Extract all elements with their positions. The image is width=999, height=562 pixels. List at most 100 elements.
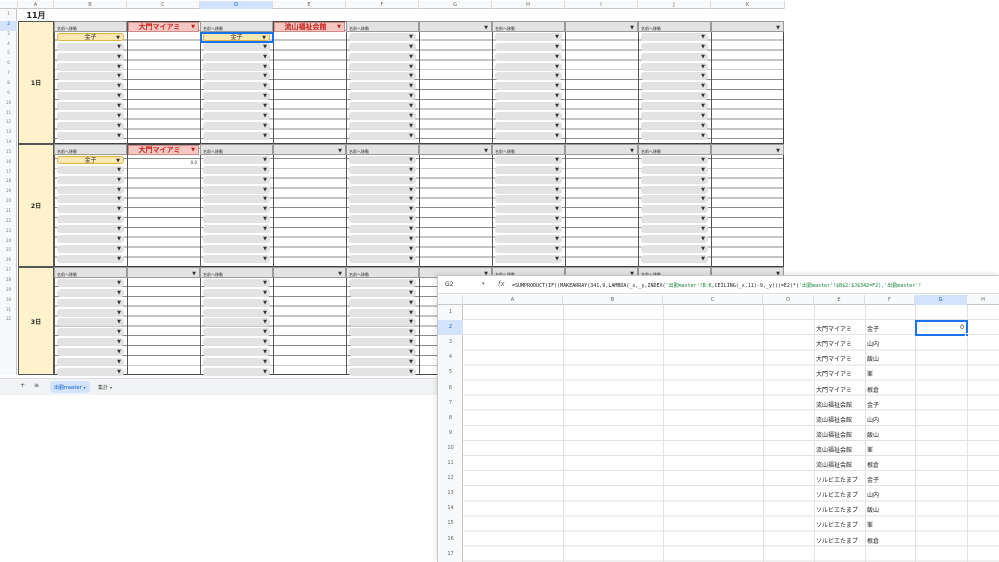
name-dropdown[interactable]: ▼ (349, 52, 416, 61)
row-number[interactable]: 1 (0, 11, 17, 21)
name-dropdown[interactable]: ▼ (57, 328, 124, 337)
row-number[interactable]: 30 (0, 297, 17, 307)
name-dropdown[interactable]: ▼ (495, 215, 562, 224)
selected-cell-d2[interactable] (200, 32, 274, 43)
venue-cell[interactable]: 大門マイアミ (816, 339, 864, 348)
row-number[interactable]: 22 (0, 218, 17, 228)
corner-cell[interactable] (438, 295, 463, 305)
row-number[interactable]: 13 (0, 129, 17, 139)
name-cell[interactable]: 峯 (867, 369, 913, 378)
name-dropdown[interactable]: ▼ (641, 111, 708, 120)
name-dropdown[interactable]: ▼ (349, 328, 416, 337)
name-dropdown[interactable]: ▼ (495, 111, 562, 120)
name-dropdown[interactable]: 金子 ▼ (57, 33, 124, 41)
name-dropdown[interactable]: ▼ (349, 131, 416, 140)
row-number[interactable]: 15 (0, 149, 17, 159)
name-dropdown[interactable]: ▼ (349, 224, 416, 233)
name-dropdown[interactable]: ▼ (203, 254, 270, 263)
name-dropdown[interactable]: ▼ (57, 254, 124, 263)
venue-cell[interactable]: 流山福祉会館 (816, 415, 864, 424)
name-dropdown[interactable]: ▼ (57, 279, 124, 287)
row-number[interactable]: 29 (0, 287, 17, 297)
name-dropdown[interactable]: ▼ (641, 224, 708, 233)
venue-cell[interactable]: 流山福祉会館 (816, 445, 864, 454)
column-header-b[interactable]: B (563, 295, 663, 305)
selected-cell-g2[interactable]: 0 (915, 320, 969, 337)
name-dropdown[interactable]: ▼ (349, 62, 416, 71)
row-number[interactable]: 21 (0, 208, 17, 218)
row-number[interactable]: 31 (0, 307, 17, 317)
name-dropdown[interactable]: ▼ (641, 62, 708, 71)
column-header-h[interactable]: H (967, 295, 999, 305)
name-dropdown[interactable]: ▼ (57, 101, 124, 110)
name-dropdown[interactable]: ▼ (349, 357, 416, 366)
venue-dropdown[interactable]: 流山福祉会館 ▼ (274, 22, 345, 32)
name-dropdown[interactable]: ▼ (495, 92, 562, 101)
name-dropdown[interactable]: ▼ (203, 175, 270, 184)
column-header-g[interactable]: G (419, 1, 492, 9)
dropdown-arrow-icon[interactable]: ▼ (776, 148, 780, 154)
name-dropdown[interactable]: ▼ (203, 328, 270, 337)
name-dropdown[interactable]: ▼ (203, 92, 270, 101)
name-dropdown[interactable]: ▼ (349, 111, 416, 120)
name-dropdown[interactable]: ▼ (495, 175, 562, 184)
name-cell[interactable]: 根倉 (867, 385, 913, 394)
name-dropdown[interactable]: ▼ (495, 234, 562, 243)
venue-cell[interactable]: 大門マイアミ (816, 324, 864, 333)
column-name-header[interactable]: ▼ (419, 21, 492, 32)
name-dropdown[interactable]: ▼ (203, 82, 270, 91)
caret-down-icon[interactable]: ▾ (482, 281, 485, 287)
row-number[interactable]: 14 (438, 501, 463, 516)
column-name-header[interactable]: ▼ (419, 144, 492, 155)
name-dropdown[interactable]: ▼ (203, 308, 270, 317)
row-number[interactable]: 15 (438, 516, 463, 531)
venue-cell[interactable]: ソルビエたまプ (816, 520, 864, 529)
column-header-i[interactable]: I (565, 1, 638, 9)
dropdown-arrow-icon[interactable]: ▼ (338, 148, 342, 154)
row-number[interactable]: 11 (0, 110, 17, 120)
column-name-header[interactable]: 名前へ移動 (638, 21, 711, 32)
row-number[interactable]: 2 (438, 320, 463, 336)
venue-cell[interactable]: ソルビエたまプ (816, 490, 864, 499)
name-dropdown[interactable]: ▼ (495, 156, 562, 164)
name-dropdown[interactable]: ▼ (349, 288, 416, 297)
name-dropdown[interactable]: ▼ (57, 308, 124, 317)
row-number[interactable]: 17 (0, 169, 17, 179)
name-dropdown[interactable]: ▼ (57, 42, 124, 51)
row-number[interactable]: 11 (438, 456, 463, 471)
name-dropdown[interactable]: ▼ (57, 52, 124, 61)
venue-cell[interactable]: ソルビエたまプ (816, 475, 864, 484)
row-number[interactable]: 18 (0, 178, 17, 188)
dropdown-arrow-icon[interactable]: ▼ (776, 25, 780, 31)
day-block-2[interactable]: 2日 (18, 144, 54, 267)
name-dropdown[interactable]: ▼ (349, 215, 416, 224)
venue-dropdown[interactable]: 大門マイアミ ▼ (128, 22, 199, 32)
name-dropdown[interactable]: ▼ (641, 254, 708, 263)
name-dropdown[interactable]: ▼ (495, 131, 562, 140)
row-number[interactable]: 26 (0, 257, 17, 267)
name-dropdown[interactable]: ▼ (203, 279, 270, 287)
name-dropdown[interactable]: ▼ (349, 367, 416, 376)
name-dropdown[interactable]: ▼ (57, 318, 124, 327)
row-number[interactable]: 10 (438, 441, 463, 456)
name-dropdown[interactable]: ▼ (641, 156, 708, 164)
name-dropdown[interactable]: ▼ (641, 131, 708, 140)
column-header-h[interactable]: H (492, 1, 565, 9)
name-dropdown[interactable]: ▼ (57, 338, 124, 347)
name-cell[interactable]: 根倉 (867, 536, 913, 545)
row-number[interactable]: 27 (0, 267, 17, 277)
row-number[interactable]: 12 (438, 471, 463, 486)
name-dropdown[interactable]: ▼ (349, 156, 416, 164)
name-dropdown[interactable]: ▼ (203, 234, 270, 243)
column-header-f[interactable]: F (865, 295, 915, 305)
name-dropdown[interactable]: ▼ (349, 33, 416, 41)
row-number[interactable]: 17 (438, 547, 463, 562)
name-dropdown[interactable]: ▼ (57, 121, 124, 130)
name-dropdown[interactable]: ▼ (641, 121, 708, 130)
name-dropdown[interactable]: ▼ (57, 367, 124, 376)
name-dropdown[interactable]: ▼ (57, 205, 124, 214)
row-number[interactable]: 4 (438, 350, 463, 365)
row-number[interactable]: 20 (0, 198, 17, 208)
name-dropdown[interactable]: ▼ (349, 165, 416, 174)
row-number[interactable]: 4 (0, 41, 17, 51)
